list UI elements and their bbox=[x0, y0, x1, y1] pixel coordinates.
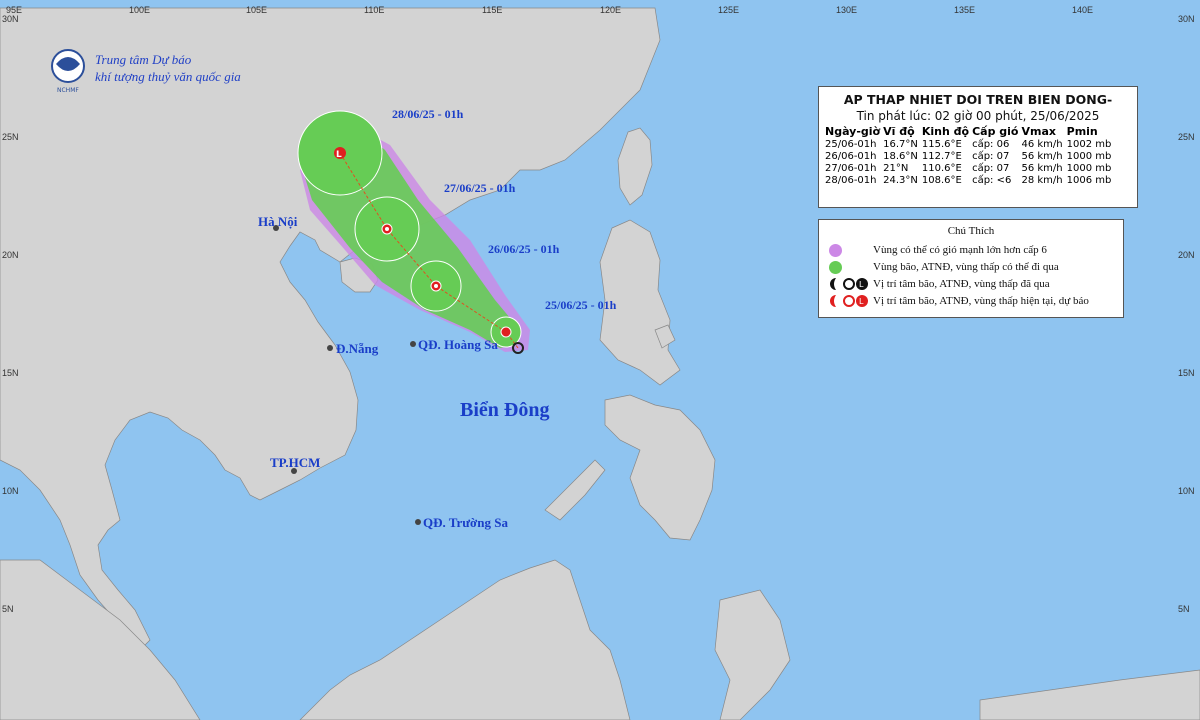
lat-label-right: 25N bbox=[1178, 132, 1195, 142]
table-cell: 56 km/h bbox=[1021, 151, 1063, 162]
col-header: Cấp gió bbox=[972, 125, 1019, 138]
lat-label-left: 5N bbox=[2, 604, 14, 614]
legend-item: L Vị trí tâm bão, ATNĐ, vùng thấp đã qua bbox=[829, 276, 1050, 292]
truongsa-label: QĐ. Trường Sa bbox=[423, 515, 508, 530]
legend-title: Chú Thích bbox=[947, 225, 995, 237]
storm-info-panel: AP THAP NHIET DOI TREN BIEN DONG- Tin ph… bbox=[818, 86, 1138, 208]
table-cell: 24.3°N bbox=[883, 175, 918, 186]
lat-label-right: 10N bbox=[1178, 486, 1195, 496]
table-cell: 46 km/h bbox=[1021, 139, 1063, 150]
agency-name-line1: Trung tâm Dự báo bbox=[95, 52, 192, 67]
lat-label-left: 20N bbox=[2, 250, 19, 260]
lon-label-top: 105E bbox=[246, 5, 267, 15]
lat-label-left: 10N bbox=[2, 486, 19, 496]
danang-marker bbox=[327, 345, 333, 351]
legend-item-label: Vị trí tâm bão, ATNĐ, vùng thấp đã qua bbox=[873, 278, 1050, 290]
table-cell: 108.6°E bbox=[921, 175, 962, 186]
current-center-icons: L bbox=[829, 294, 869, 308]
green-zone-icon bbox=[829, 260, 842, 274]
table-row: 25/06-01h 16.7°N 115.6°E cấp: 06 46 km/h… bbox=[825, 139, 1115, 151]
center-25 bbox=[500, 326, 512, 338]
lat-label-right: 30N bbox=[1178, 14, 1195, 24]
lat-label-left: 15N bbox=[2, 368, 19, 378]
table-cell: 18.6°N bbox=[883, 151, 918, 162]
svg-text:L: L bbox=[859, 297, 864, 306]
hcm-label: TP.HCM bbox=[270, 455, 320, 470]
legend-item: Vùng có thể có gió mạnh lớn hơn cấp 6 bbox=[829, 242, 1047, 258]
table-cell: 1000 mb bbox=[1066, 163, 1112, 174]
col-header: Ngày-giờ bbox=[825, 125, 881, 138]
lon-label-top: 100E bbox=[129, 5, 150, 15]
agency-name-line2: khí tượng thuỷ văn quốc gia bbox=[95, 69, 241, 84]
track-label-25: 25/06/25 - 01h bbox=[545, 298, 617, 312]
col-header: Vmax bbox=[1021, 125, 1056, 138]
lon-label-top: 135E bbox=[954, 5, 975, 15]
table-cell: 56 km/h bbox=[1021, 163, 1063, 174]
table-cell: 1002 mb bbox=[1066, 139, 1112, 150]
hoangsa-marker bbox=[410, 341, 416, 347]
table-cell: 26/06-01h bbox=[825, 151, 877, 162]
legend-item: L Vị trí tâm bão, ATNĐ, vùng thấp hiện t… bbox=[829, 293, 1089, 309]
table-row: 26/06-01h 18.6°N 112.7°E cấp: 07 56 km/h… bbox=[825, 151, 1115, 163]
svg-text:L: L bbox=[859, 280, 864, 289]
table-row: 27/06-01h 21°N 110.6°E cấp: 07 56 km/h 1… bbox=[825, 163, 1115, 175]
track-label-27: 27/06/25 - 01h bbox=[444, 181, 516, 195]
col-header: Vĩ độ bbox=[883, 125, 915, 138]
col-header: Kinh độ bbox=[921, 125, 970, 138]
truongsa-marker bbox=[415, 519, 421, 525]
lat-label-right: 5N bbox=[1178, 604, 1190, 614]
purple-zone-icon bbox=[829, 243, 842, 257]
table-cell: 115.6°E bbox=[921, 139, 962, 150]
table-cell: 28 km/h bbox=[1021, 175, 1063, 186]
lat-label-right: 15N bbox=[1178, 368, 1195, 378]
table-header-row: Ngày-giờ Vĩ độ Kinh độ Cấp gió Vmax Pmin bbox=[825, 125, 1115, 139]
table-cell: cấp: <6 bbox=[972, 175, 1012, 186]
lat-label-left: 30N bbox=[2, 14, 19, 24]
table-cell: 28/06-01h bbox=[825, 175, 877, 186]
table-cell: cấp: 07 bbox=[972, 163, 1010, 174]
forecast-table: Ngày-giờ Vĩ độ Kinh độ Cấp gió Vmax Pmin… bbox=[825, 125, 1115, 187]
lon-label-top: 130E bbox=[836, 5, 857, 15]
svg-text:L: L bbox=[336, 150, 342, 160]
legend-item-label: Vị trí tâm bão, ATNĐ, vùng thấp hiện tại… bbox=[873, 295, 1089, 307]
past-center-icons: L bbox=[829, 277, 869, 291]
table-cell: 25/06-01h bbox=[825, 139, 877, 150]
hoangsa-label: QĐ. Hoàng Sa bbox=[418, 337, 498, 352]
legend-item: Vùng bão, ATNĐ, vùng thấp có thể đi qua bbox=[829, 259, 1059, 275]
lon-label-top: 115E bbox=[482, 5, 502, 15]
danang-label: Đ.Nẵng bbox=[336, 341, 379, 356]
legend-item-label: Vùng bão, ATNĐ, vùng thấp có thể đi qua bbox=[873, 261, 1059, 273]
lat-label-left: 25N bbox=[2, 132, 19, 142]
info-issued-time: Tin phát lúc: 02 giờ 00 phút, 25/06/2025 bbox=[856, 109, 1100, 123]
sea-label: Biển Đông bbox=[460, 399, 549, 421]
lon-label-top: 125E bbox=[718, 5, 739, 15]
table-cell: 27/06-01h bbox=[825, 163, 877, 174]
track-label-28: 28/06/25 - 01h bbox=[392, 107, 464, 121]
logo-text: NCHMF bbox=[57, 87, 79, 94]
table-cell: 112.7°E bbox=[921, 151, 962, 162]
info-title: AP THAP NHIET DOI TREN BIEN DONG- bbox=[843, 92, 1113, 107]
lat-label-right: 20N bbox=[1178, 250, 1195, 260]
table-cell: cấp: 06 bbox=[972, 139, 1010, 150]
legend-panel: Chú Thích Vùng có thể có gió mạnh lớn hơ… bbox=[818, 219, 1124, 318]
table-row: 28/06-01h 24.3°N 108.6°E cấp: <6 28 km/h… bbox=[825, 175, 1115, 187]
legend-item-label: Vùng có thể có gió mạnh lớn hơn cấp 6 bbox=[873, 244, 1047, 256]
hanoi-label: Hà Nội bbox=[258, 214, 298, 229]
lon-label-top: 120E bbox=[600, 5, 621, 15]
table-cell: 110.6°E bbox=[921, 163, 962, 174]
table-cell: 1000 mb bbox=[1066, 151, 1112, 162]
table-cell: 1006 mb bbox=[1066, 175, 1112, 186]
table-cell: 21°N bbox=[883, 163, 909, 174]
table-cell: cấp: 07 bbox=[972, 151, 1010, 162]
lon-label-top: 140E bbox=[1072, 5, 1093, 15]
track-label-26: 26/06/25 - 01h bbox=[488, 242, 560, 256]
table-cell: 16.7°N bbox=[883, 139, 918, 150]
col-header: Pmin bbox=[1066, 125, 1098, 138]
lon-label-top: 110E bbox=[364, 5, 384, 15]
